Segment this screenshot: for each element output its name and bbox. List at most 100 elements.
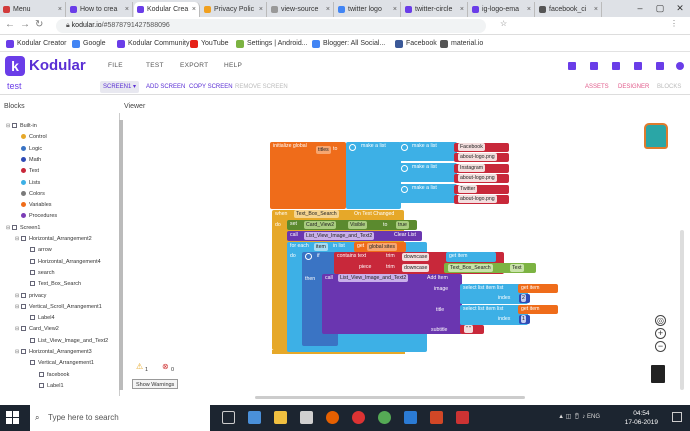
taskbar-search-input[interactable]: ⌕ Type here to search <box>30 405 210 431</box>
tree-item[interactable]: Logic <box>15 144 42 154</box>
bookmark-item[interactable]: YouTube <box>190 35 229 52</box>
word-icon[interactable] <box>404 411 417 424</box>
tree-item[interactable]: arrow <box>24 245 52 255</box>
tree-item[interactable]: Text <box>15 166 39 176</box>
zoom-in-icon[interactable]: + <box>655 328 666 339</box>
help-icon[interactable] <box>590 62 598 70</box>
powerpoint-icon[interactable] <box>430 411 443 424</box>
trash-icon[interactable] <box>651 365 665 383</box>
bookmark-item[interactable]: Blogger: All Social... <box>312 35 385 52</box>
text-value[interactable]: " " <box>464 325 474 333</box>
workspace-vscrollbar[interactable] <box>680 230 684 390</box>
system-tray[interactable]: ▲ ◫ 🔋︎ ♪ ENG <box>558 413 600 420</box>
zoom-reset-icon[interactable]: ◎ <box>655 315 666 326</box>
component-dropdown[interactable]: Text_Box_Search <box>294 210 339 218</box>
tab-close-icon[interactable]: × <box>326 2 330 17</box>
number-block[interactable]: 2 <box>519 294 530 303</box>
bookmark-item[interactable]: Settings | Android... <box>236 35 308 52</box>
star-icon[interactable]: ☆ <box>500 19 507 28</box>
true-value[interactable]: true <box>396 221 409 229</box>
listview-dropdown[interactable]: List_View_Image_and_Text2 <box>304 232 375 240</box>
tree-item[interactable]: search <box>24 268 55 278</box>
show-warnings-button[interactable]: Show Warnings <box>132 379 179 389</box>
tab-close-icon[interactable]: × <box>58 2 62 17</box>
text-block[interactable]: about-logo.png <box>454 195 509 204</box>
back-icon[interactable]: ← <box>5 19 15 30</box>
case-dropdown[interactable]: downcase <box>402 253 430 261</box>
number-value[interactable]: 2 <box>521 294 526 302</box>
minimize-icon[interactable]: – <box>630 0 650 17</box>
text-value[interactable]: Instagram <box>458 164 486 172</box>
firefox-icon[interactable] <box>326 411 339 424</box>
text-block[interactable]: Facebook <box>454 143 509 152</box>
make-list-block-1[interactable]: make a list <box>399 142 457 161</box>
settings-icon[interactable] <box>656 62 664 70</box>
browser-menu-icon[interactable]: ⋮ <box>670 19 678 28</box>
tree-item[interactable]: Lists <box>15 178 40 188</box>
browser-tab[interactable]: facebook_ci × <box>536 2 602 17</box>
bookmark-item[interactable]: Facebook <box>395 35 437 52</box>
chrome-icon[interactable] <box>378 411 391 424</box>
empty-text-block[interactable]: " " <box>460 325 484 334</box>
tree-item[interactable]: ⊟ Built-in <box>6 121 37 131</box>
text-value[interactable]: Facebook <box>458 143 485 151</box>
tree-item[interactable]: Variables <box>15 200 52 210</box>
tab-close-icon[interactable]: × <box>259 2 263 17</box>
reload-icon[interactable]: ↻ <box>35 19 43 30</box>
listview-dropdown[interactable]: List_View_Image_and_Text2 <box>338 274 409 282</box>
text-value[interactable]: about-logo.png <box>458 153 497 161</box>
text-block[interactable]: Twitter <box>454 185 509 194</box>
url-input[interactable]: 🔒︎ kodular.io/#5878791427588096 <box>56 19 486 33</box>
browser-tab[interactable]: ig-logo-ema × <box>469 2 535 17</box>
copy-screen-button[interactable]: COPY SCREEN <box>186 81 236 93</box>
notification-center-icon[interactable] <box>672 412 682 422</box>
store-icon[interactable] <box>300 411 313 424</box>
browser-tab[interactable]: twitter logo × <box>335 2 401 17</box>
text-value[interactable]: about-logo.png <box>458 174 497 182</box>
mail-icon[interactable] <box>568 62 576 70</box>
tab-close-icon[interactable]: × <box>594 2 598 17</box>
tree-item[interactable]: Procedures <box>15 211 57 221</box>
tree-item[interactable]: Text_Box_Search <box>24 279 81 289</box>
maximize-icon[interactable]: ▢ <box>650 0 670 17</box>
make-list-block-3[interactable]: make a list <box>399 184 457 203</box>
menu-test[interactable]: TEST <box>146 62 164 69</box>
tab-close-icon[interactable]: × <box>460 2 464 17</box>
assets-button[interactable]: ASSETS <box>581 81 613 93</box>
global-var-dropdown[interactable]: global sites <box>367 243 397 251</box>
text-block[interactable]: Instagram <box>454 164 509 173</box>
tab-close-icon[interactable]: × <box>393 2 397 17</box>
text-value[interactable]: about-logo.png <box>458 195 497 203</box>
bookmark-item[interactable]: material.io <box>440 35 483 52</box>
tree-scrollbar[interactable] <box>119 120 123 390</box>
loop-var-field[interactable]: item <box>314 243 328 251</box>
text-block[interactable]: about-logo.png <box>454 153 509 162</box>
add-screen-button[interactable]: ADD SCREEN <box>143 81 188 93</box>
blocks-button[interactable]: BLOCKS <box>653 81 685 93</box>
bookmark-item[interactable]: Google <box>72 35 106 52</box>
bookmark-item[interactable]: Kodular Community <box>117 35 189 52</box>
tree-item[interactable]: Colors <box>15 189 45 199</box>
browser-tab[interactable]: view-source × <box>268 2 334 17</box>
tree-item[interactable]: Label1 <box>33 381 64 391</box>
tab-close-icon[interactable]: × <box>527 2 531 17</box>
browser-tab[interactable]: Menu × <box>0 2 66 17</box>
file-explorer-icon[interactable] <box>274 411 287 424</box>
tree-item[interactable]: ⊟ Horizontal_Arrangement2 <box>15 234 92 244</box>
browser-tab[interactable]: Kodular Crea × <box>134 2 200 17</box>
screen-select[interactable]: SCREEN1 ▾ <box>100 81 140 93</box>
mutator-gear-icon[interactable] <box>401 144 408 151</box>
system-clock[interactable]: 04:54 17-06-2019 <box>625 409 658 427</box>
case-dropdown[interactable]: downcase <box>402 264 430 272</box>
tree-item[interactable]: ⊟ Horizontal_Arrangement3 <box>15 347 92 357</box>
remove-screen-button[interactable]: REMOVE SCREEN <box>232 81 291 93</box>
textbox-dropdown[interactable]: Text_Box_Search <box>448 264 493 272</box>
tree-item[interactable]: List_View_Image_and_Text2 <box>24 336 108 346</box>
avatar[interactable] <box>676 62 684 70</box>
call-add-item-block[interactable]: call <box>322 274 462 334</box>
workspace-hscrollbar[interactable] <box>255 396 525 399</box>
notification-icon[interactable] <box>612 62 620 70</box>
tab-close-icon[interactable]: × <box>192 2 196 17</box>
windows-start-icon[interactable] <box>6 411 20 425</box>
var-name-field[interactable]: titles <box>316 146 331 154</box>
